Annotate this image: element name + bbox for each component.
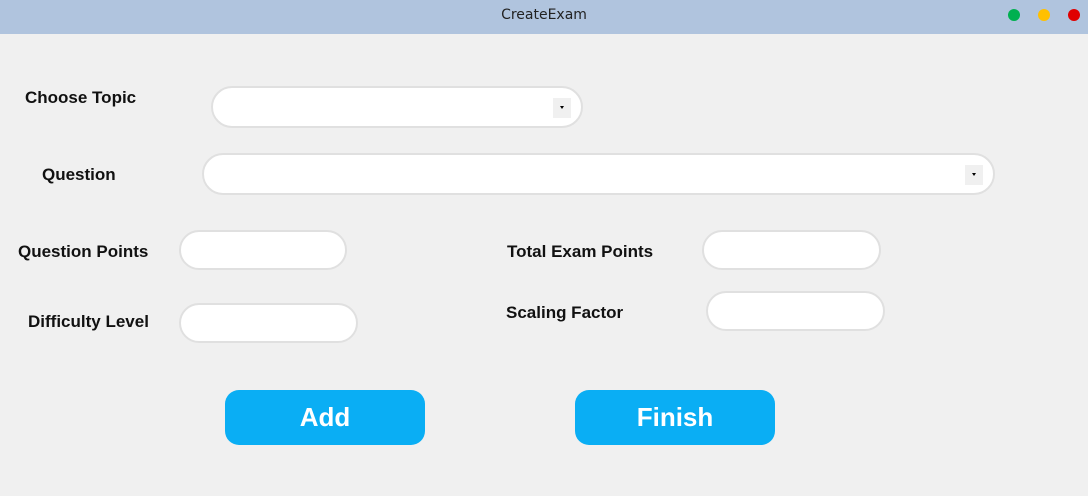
scaling-factor-label: Scaling Factor [506,303,624,322]
choose-topic-label: Choose Topic [25,88,137,107]
window-title: CreateExam [501,7,587,23]
scaling-factor-input[interactable] [706,291,885,331]
finish-button[interactable]: Finish [575,390,775,445]
close-button[interactable] [1068,9,1080,21]
total-exam-points-input[interactable] [702,230,881,270]
maximize-button[interactable] [1008,9,1020,21]
difficulty-level-label: Difficulty Level [28,312,149,331]
create-exam-window: CreateExam Choose Topic Question Questio… [0,0,1088,496]
question-combobox[interactable] [202,153,995,195]
question-points-input[interactable] [179,230,347,270]
choose-topic-combobox[interactable] [211,86,583,128]
add-button[interactable]: Add [225,390,425,445]
chevron-down-icon[interactable] [553,98,571,118]
question-label: Question [42,165,116,184]
difficulty-level-input[interactable] [179,303,358,343]
title-bar[interactable]: CreateExam [0,0,1088,34]
chevron-down-icon[interactable] [965,165,983,185]
total-exam-points-label: Total Exam Points [507,242,654,261]
question-points-label: Question Points [18,242,149,261]
minimize-button[interactable] [1038,9,1050,21]
